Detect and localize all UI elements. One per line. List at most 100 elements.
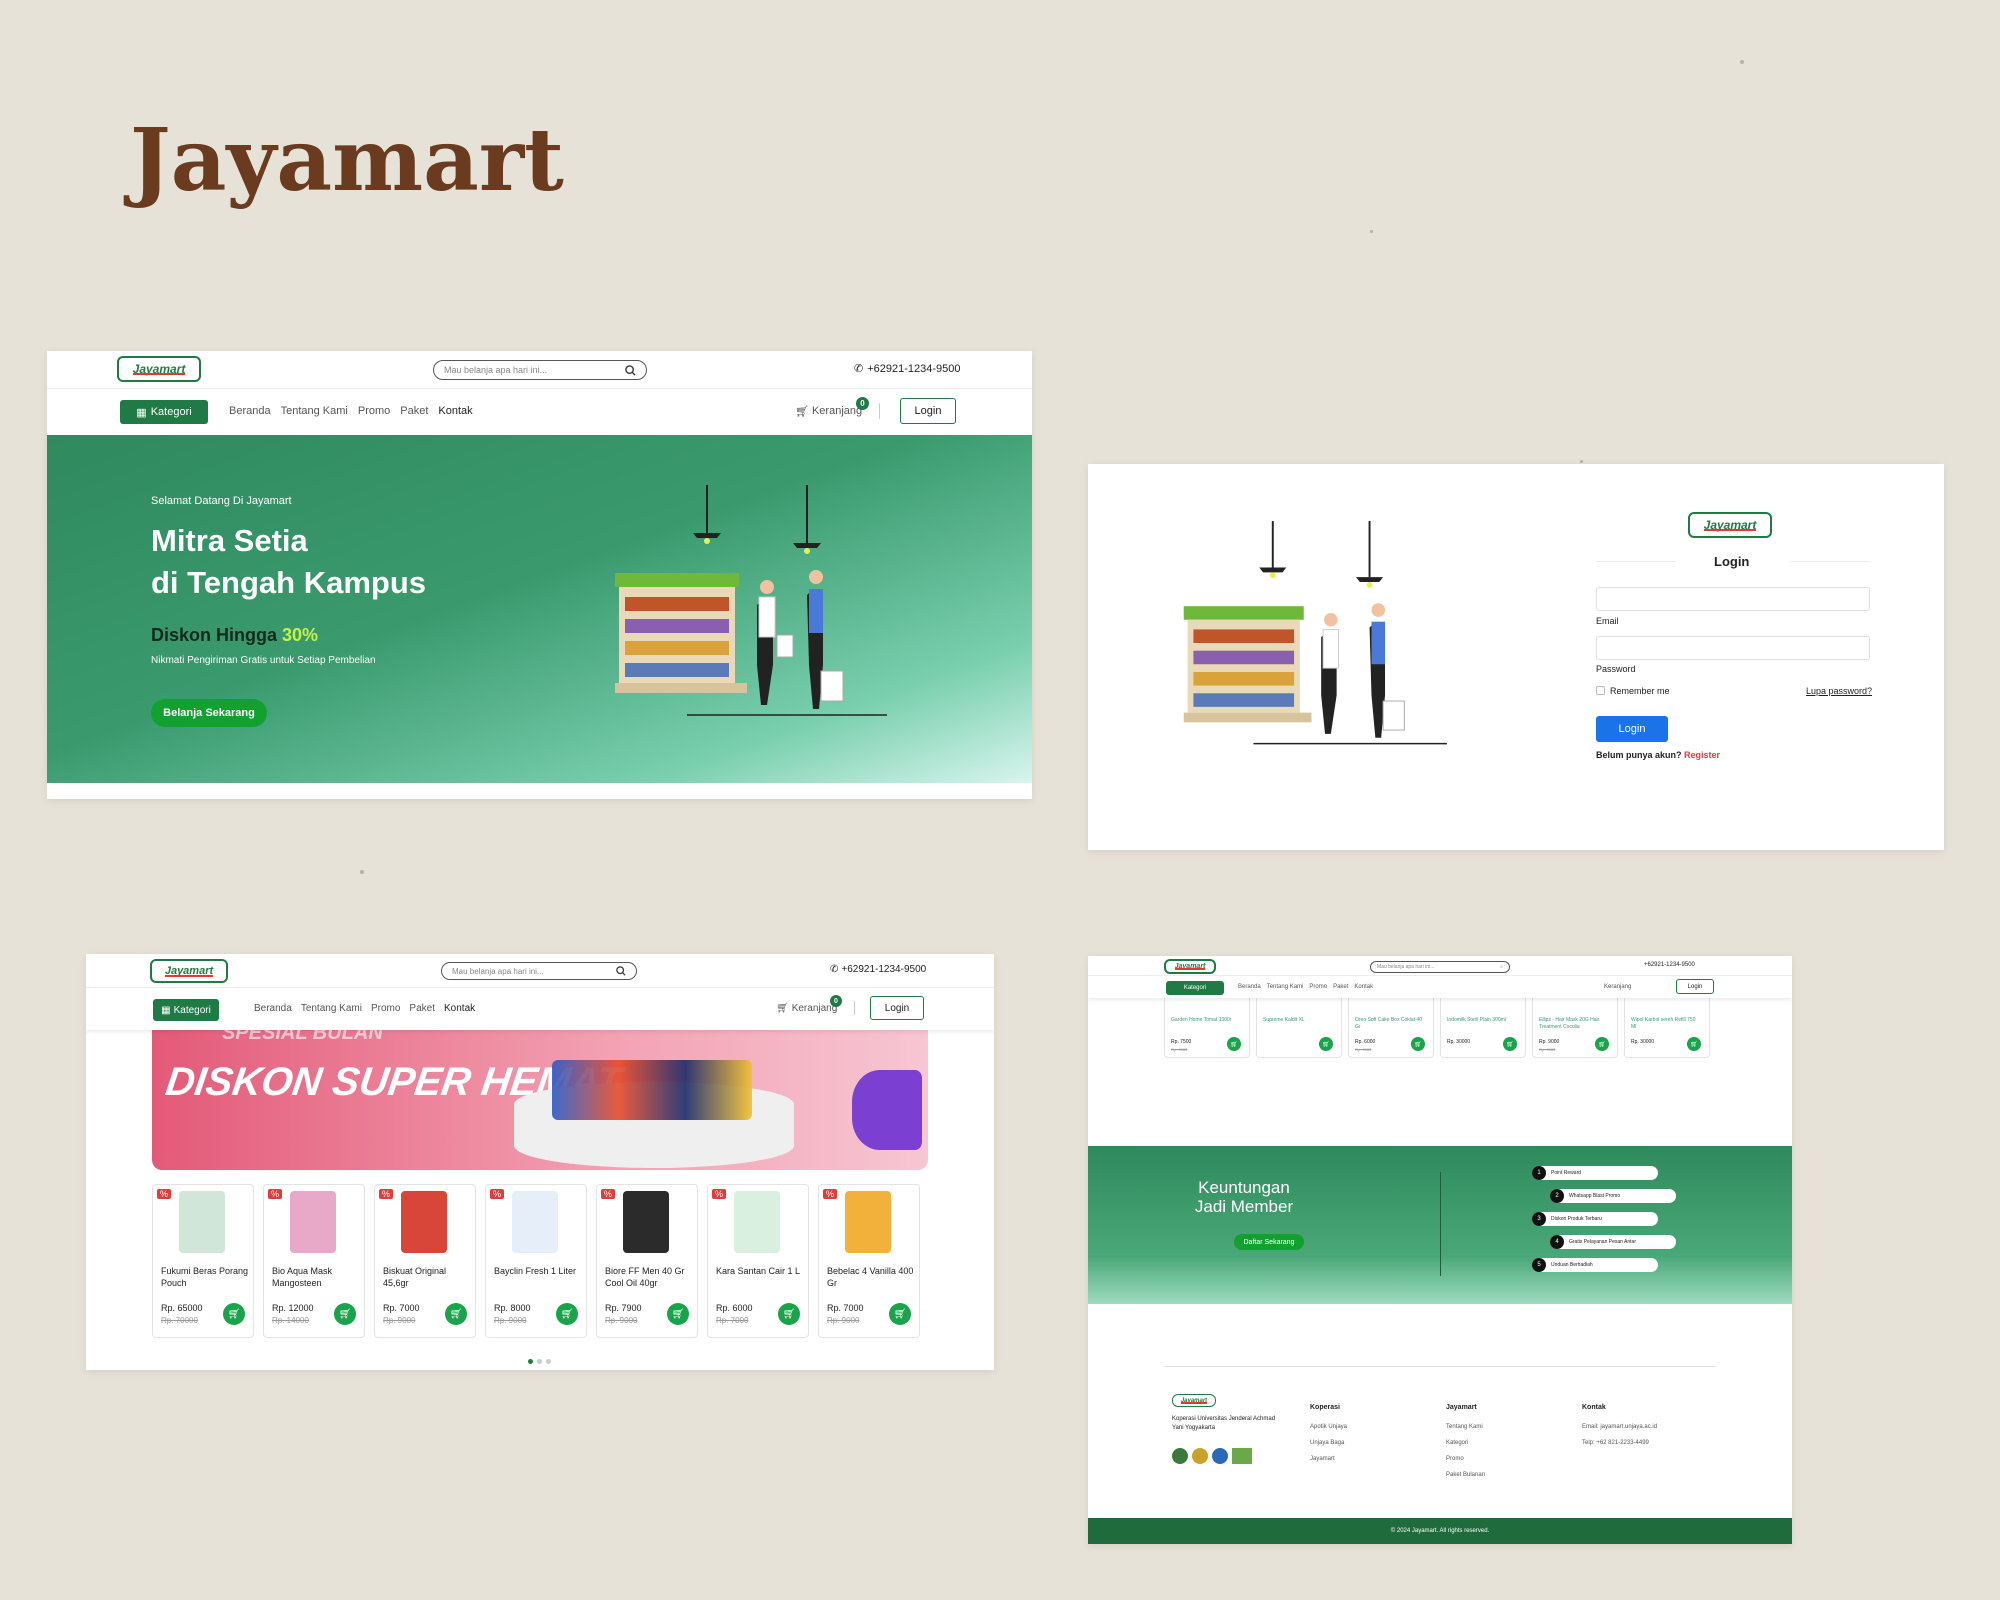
nav-beranda[interactable]: Beranda <box>254 1003 292 1014</box>
footer-col-koperasi-3[interactable]: Jayamart <box>1310 1456 1335 1462</box>
carousel-dot-active[interactable] <box>528 1359 533 1364</box>
add-to-cart-button[interactable]: 🛒︎ <box>556 1303 578 1325</box>
kategori-label: Kategori <box>1183 985 1207 991</box>
nav-tentang-kami[interactable]: Tentang Kami <box>1267 984 1304 990</box>
carousel-dot[interactable] <box>546 1359 551 1364</box>
email-field[interactable] <box>1596 587 1870 611</box>
mini-product-card[interactable]: Wipol Karbol sereh Refill 750 Ml Rp. 300… <box>1624 994 1710 1058</box>
login-submit-button[interactable]: Login <box>1596 716 1668 742</box>
login-button[interactable]: Login <box>1676 979 1714 994</box>
mini-product-card[interactable]: Ellips - Hair Mask 20G Hair Treatment Co… <box>1532 994 1618 1058</box>
footer-email[interactable]: Email: jayamart.unjaya.ac.id <box>1582 1424 1657 1430</box>
footer-col-jayamart-4[interactable]: Paket Bulanan <box>1446 1472 1485 1478</box>
login-button[interactable]: Login <box>900 398 956 424</box>
search-icon[interactable] <box>625 364 636 376</box>
logo[interactable]: Jayamart <box>1164 959 1216 974</box>
add-to-cart-button[interactable]: 🛒︎ <box>1411 1037 1425 1051</box>
phone-contact[interactable]: ✆ +62921-1234-9500 <box>854 362 961 376</box>
product-card[interactable]: % Bio Aqua Mask Mangosteen Rp. 12000 Rp.… <box>263 1184 365 1338</box>
footer-col-koperasi-2[interactable]: Unjaya Baga <box>1310 1440 1344 1446</box>
product-card[interactable]: % Biore FF Men 40 Gr Cool Oil 40gr Rp. 7… <box>596 1184 698 1338</box>
cart-icon: 🛒︎ <box>1506 1041 1514 1048</box>
forgot-password-link[interactable]: Lupa password? <box>1806 686 1872 696</box>
banner-top-text: SPESIAL BULAN <box>222 1030 383 1044</box>
register-link[interactable]: Register <box>1684 750 1720 760</box>
nav-promo[interactable]: Promo <box>371 1003 400 1014</box>
benefit-number: 2 <box>1550 1189 1564 1203</box>
footer-col-kontak-title: Kontak <box>1582 1404 1606 1411</box>
footer-divider <box>1164 1366 1716 1367</box>
product-card[interactable]: % Fukumi Beras Porang Pouch Rp. 65000 Rp… <box>152 1184 254 1338</box>
nav-paket[interactable]: Paket <box>400 405 428 417</box>
join-now-button[interactable]: Daftar Sekarang <box>1234 1234 1304 1250</box>
footer-phone[interactable]: Telp: +62 821-2233-4499 <box>1582 1440 1649 1446</box>
cart-link[interactable]: 🛒︎ Keranjang <box>776 1003 837 1014</box>
kategori-button[interactable]: ▦ Kategori <box>153 999 219 1021</box>
add-to-cart-button[interactable]: 🛒︎ <box>667 1303 689 1325</box>
cart-link[interactable]: Keranjang <box>1604 984 1631 990</box>
product-name: Bio Aqua Mask Mangosteen <box>272 1266 333 1288</box>
kategori-button[interactable]: ▦ Kategori <box>120 400 208 424</box>
nav-paket[interactable]: Paket <box>409 1003 435 1014</box>
search-input[interactable]: Mau belanja apa hari ini... <box>441 962 637 980</box>
nav-kontak[interactable]: Kontak <box>444 1003 475 1014</box>
footer-col-jayamart-2[interactable]: Kategori <box>1446 1440 1468 1446</box>
nav-beranda[interactable]: Beranda <box>1238 984 1261 990</box>
add-to-cart-button[interactable]: 🛒︎ <box>445 1303 467 1325</box>
member-footer-screen: Jayamart Mau belanja apa hari ini... ⌕ +6… <box>1088 956 1792 1544</box>
footer-col-koperasi-1[interactable]: Apotik Unjaya <box>1310 1424 1347 1430</box>
logo[interactable]: Jayamart <box>117 356 201 382</box>
phone-contact[interactable]: +62921-1234-9500 <box>1644 962 1695 968</box>
promo-banner: SPESIAL BULAN DISKON SUPER HEMAT <box>152 1030 928 1170</box>
cart-link[interactable]: 🛒︎ Keranjang <box>795 405 862 418</box>
discount-badge: % <box>601 1189 615 1199</box>
phone-contact[interactable]: ✆ +62921-1234-9500 <box>830 964 926 975</box>
add-to-cart-button[interactable]: 🛒︎ <box>1227 1037 1241 1051</box>
nav-kontak[interactable]: Kontak <box>1354 984 1373 990</box>
shop-now-button[interactable]: Belanja Sekarang <box>151 699 267 727</box>
nav-kontak[interactable]: Kontak <box>438 405 472 417</box>
carousel-dot[interactable] <box>537 1359 542 1364</box>
nav-promo[interactable]: Promo <box>358 405 390 417</box>
logo[interactable]: Jayamart <box>150 959 228 983</box>
mini-product-card[interactable]: Indomilk Steril Plain 300ml Rp. 30000 🛒︎ <box>1440 994 1526 1058</box>
kategori-button[interactable]: Kategori <box>1166 981 1224 995</box>
mini-product-card[interactable]: Garden Home Tomat 1000r Rp. 7500 Rp. 900… <box>1164 994 1250 1058</box>
search-input[interactable]: Mau belanja apa hari ini... <box>433 360 647 380</box>
add-to-cart-button[interactable]: 🛒︎ <box>889 1303 911 1325</box>
add-to-cart-button[interactable]: 🛒︎ <box>223 1303 245 1325</box>
nav-beranda[interactable]: Beranda <box>229 405 271 417</box>
product-card[interactable]: % Biskuat Original 45,6gr Rp. 7000 Rp. 9… <box>374 1184 476 1338</box>
product-price: Rp. 7000 <box>827 1303 864 1313</box>
nav-tentang-kami[interactable]: Tentang Kami <box>281 405 348 417</box>
cart-icon: 🛒︎ <box>782 1308 796 1320</box>
password-field[interactable] <box>1596 636 1870 660</box>
product-card[interactable]: % Bayclin Fresh 1 Liter Rp. 8000 Rp. 900… <box>485 1184 587 1338</box>
nav-tentang-kami[interactable]: Tentang Kami <box>301 1003 362 1014</box>
product-card[interactable]: % Kara Santan Cair 1 L Rp. 6000 Rp. 7000… <box>707 1184 809 1338</box>
add-to-cart-button[interactable]: 🛒︎ <box>1687 1037 1701 1051</box>
nav-paket[interactable]: Paket <box>1333 984 1348 990</box>
footer-logo[interactable]: Jayamart <box>1172 1394 1216 1407</box>
cart-count-badge: 0 <box>830 995 842 1007</box>
footer-col-jayamart-3[interactable]: Promo <box>1446 1456 1464 1462</box>
nav-promo[interactable]: Promo <box>1309 984 1327 990</box>
mini-product-card[interactable]: Supreme Kaldit XL 🛒︎ <box>1256 994 1342 1058</box>
add-to-cart-button[interactable]: 🛒︎ <box>334 1303 356 1325</box>
add-to-cart-button[interactable]: 🛒︎ <box>1503 1037 1517 1051</box>
add-to-cart-button[interactable]: 🛒︎ <box>778 1303 800 1325</box>
footer-col-jayamart-1[interactable]: Tentang Kami <box>1446 1424 1483 1430</box>
login-logo[interactable]: Jayamart <box>1688 512 1772 538</box>
search-input[interactable]: Mau belanja apa hari ini... ⌕ <box>1370 961 1510 973</box>
search-icon[interactable] <box>616 966 626 976</box>
product-name: Kara Santan Cair 1 L <box>716 1266 801 1276</box>
benefit-text: Point Reward <box>1551 1170 1582 1176</box>
product-card[interactable]: % Bebelac 4 Vanilla 400 Gr Rp. 7000 Rp. … <box>818 1184 920 1338</box>
email-label: Email <box>1596 616 1619 626</box>
mini-product-card[interactable]: Oreo Soft Cake Box Coklat 40 Gr Rp. 6000… <box>1348 994 1434 1058</box>
remember-checkbox[interactable] <box>1596 686 1605 695</box>
search-icon[interactable]: ⌕ <box>1500 964 1503 970</box>
add-to-cart-button[interactable]: 🛒︎ <box>1319 1037 1333 1051</box>
add-to-cart-button[interactable]: 🛒︎ <box>1595 1037 1609 1051</box>
login-button[interactable]: Login <box>870 996 924 1020</box>
